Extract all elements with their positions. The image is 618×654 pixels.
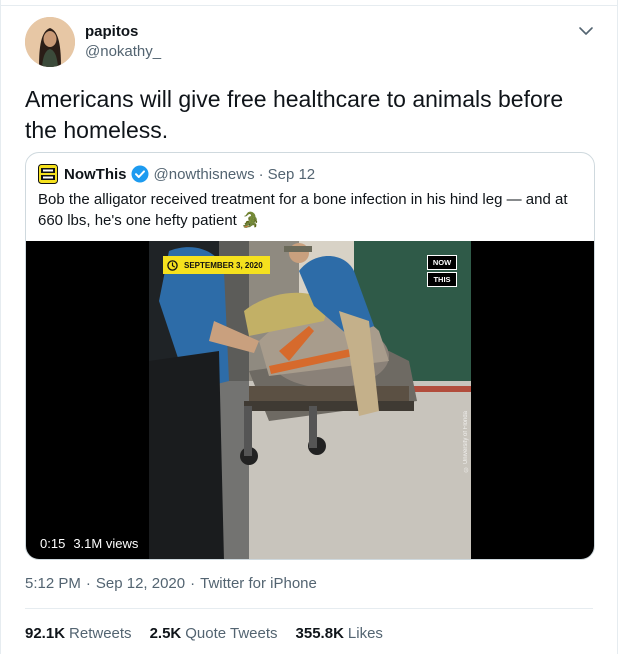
logo-word-now: NOW — [427, 255, 457, 270]
tweet-source[interactable]: Twitter for iPhone — [200, 575, 317, 592]
quote-separator: · — [258, 165, 264, 183]
quote-tweets-stat[interactable]: 2.5K Quote Tweets — [150, 625, 278, 642]
author-name[interactable]: papitos — [85, 22, 161, 42]
quote-date[interactable]: Sep 12 — [268, 166, 316, 183]
date-overlay-text: SEPTEMBER 3, 2020 — [184, 260, 263, 270]
engagement-stats: 92.1K Retweets 2.5K Quote Tweets 355.8K Lik… — [25, 625, 383, 642]
logo-word-this: THIS — [427, 272, 457, 287]
video-credit-text: © University of Florida — [463, 411, 469, 472]
video-still-image — [149, 241, 471, 559]
clock-icon — [167, 259, 178, 271]
top-divider — [1, 0, 618, 6]
likes-count: 355.8K — [295, 625, 344, 642]
nowthis-watermark-logo: NOW THIS — [427, 255, 457, 289]
author-block: papitos @nokathy_ — [85, 22, 161, 62]
quote-text: Bob the alligator received treatment for… — [38, 191, 568, 229]
tweet-text: Americans will give free healthcare to a… — [25, 86, 564, 143]
video-duration: 0:15 — [40, 536, 66, 551]
quote-header: NowThis @nowthisnews · Sep 12 — [38, 163, 315, 185]
timestamp-separator: · — [190, 575, 196, 592]
date-overlay-badge: SEPTEMBER 3, 2020 — [163, 256, 270, 274]
tweet-date[interactable]: Sep 12, 2020 — [96, 575, 185, 592]
video-stats: 0:15 3.1M views — [40, 536, 138, 551]
stats-divider — [25, 608, 593, 609]
video-views: 3.1M views — [73, 536, 139, 551]
retweets-label: Retweets — [69, 625, 132, 642]
retweets-stat[interactable]: 92.1K Retweets — [25, 625, 132, 642]
nowthis-avatar-icon[interactable] — [38, 164, 58, 184]
tweet-time[interactable]: 5:12 PM — [25, 575, 81, 592]
verified-badge-icon — [131, 165, 148, 183]
video-player[interactable]: SEPTEMBER 3, 2020 NOW THIS © University … — [26, 241, 594, 559]
quote-tweets-label: Quote Tweets — [185, 625, 278, 642]
chevron-down-icon[interactable] — [577, 22, 595, 40]
timestamp-separator: · — [85, 575, 91, 592]
quote-author-handle[interactable]: @nowthisnews — [154, 166, 255, 183]
tweet-timestamp: 5:12 PM · Sep 12, 2020 · Twitter for iPhone — [25, 575, 317, 592]
quote-author-name[interactable]: NowThis — [64, 166, 127, 183]
likes-stat[interactable]: 355.8K Likes — [296, 625, 383, 642]
author-handle[interactable]: @nokathy_ — [85, 42, 161, 62]
tweet-card: papitos @nokathy_ Americans will give fr… — [0, 0, 618, 654]
video-frame: SEPTEMBER 3, 2020 NOW THIS © University … — [149, 241, 471, 559]
avatar[interactable] — [25, 17, 75, 67]
retweets-count: 92.1K — [25, 625, 66, 642]
quote-tweets-count: 2.5K — [149, 625, 182, 642]
likes-label: Likes — [347, 625, 383, 642]
quoted-tweet[interactable]: NowThis @nowthisnews · Sep 12 Bob the al… — [25, 152, 595, 560]
